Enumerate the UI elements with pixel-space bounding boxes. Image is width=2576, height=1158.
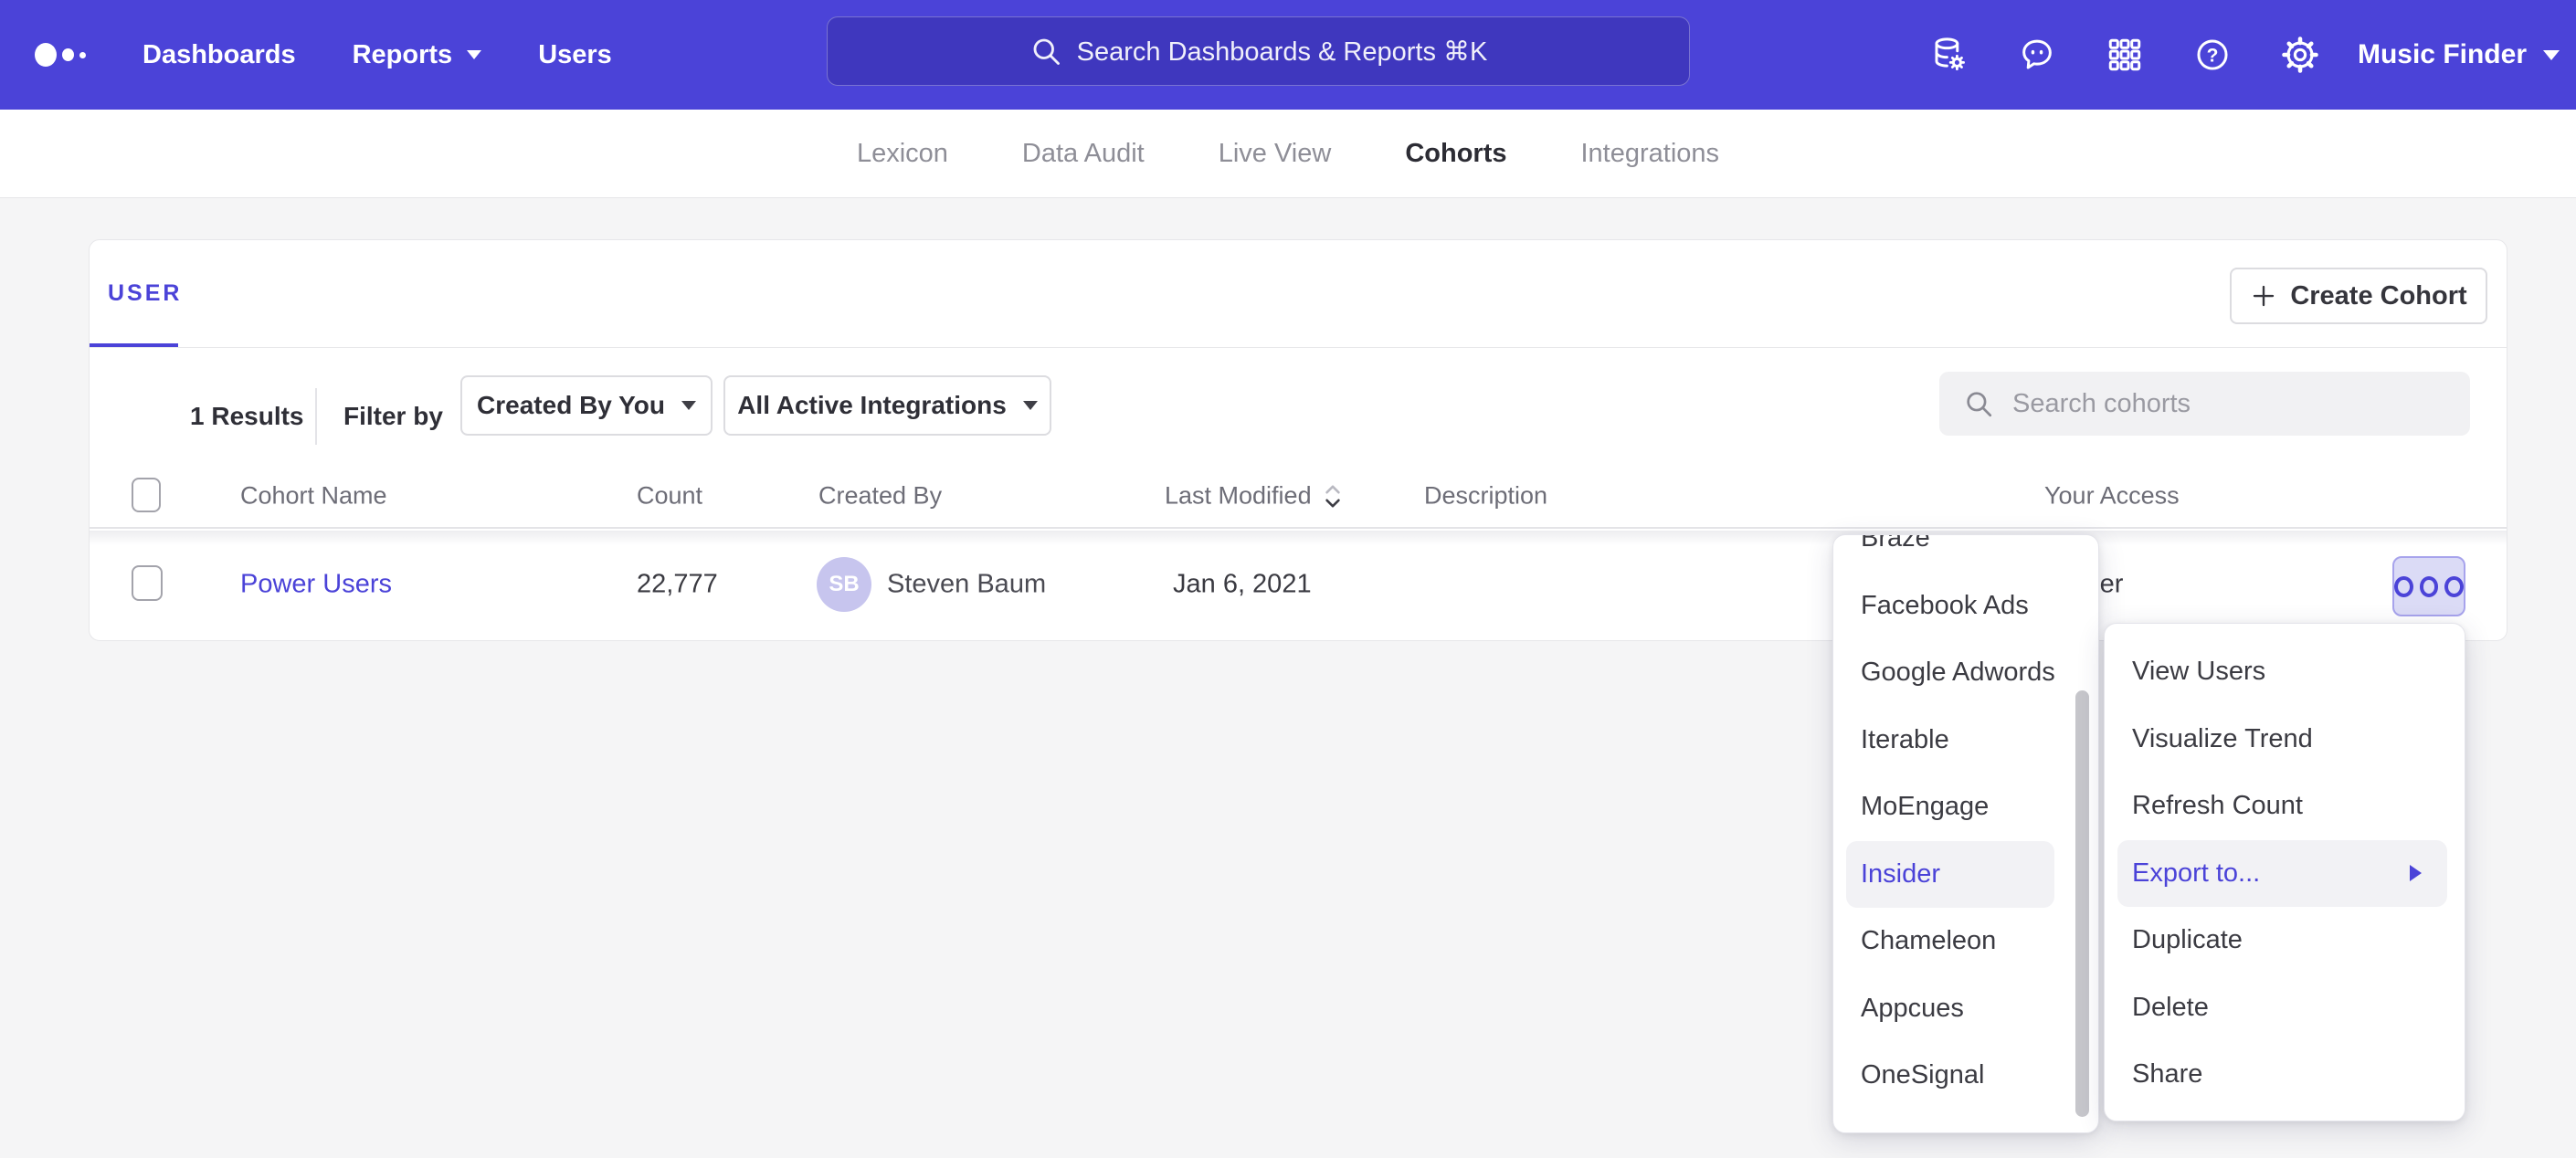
chevron-down-icon [1023,401,1038,410]
tab-live-view[interactable]: Live View [1219,139,1332,169]
last-modified-date: Jan 6, 2021 [1173,570,1312,600]
tab-data-audit[interactable]: Data Audit [1022,139,1145,169]
project-name: Music Finder [2358,39,2527,70]
row-actions-button[interactable] [2392,556,2465,616]
menu-item-braze[interactable]: Braze [1833,534,2098,573]
tab-cohorts[interactable]: Cohorts [1405,139,1506,169]
submenu-scrollbar[interactable] [2075,690,2089,1117]
select-all-checkbox[interactable] [132,478,161,512]
tab-lexicon[interactable]: Lexicon [857,139,948,169]
menu-item-view-users[interactable]: View Users [2105,638,2465,706]
submenu-arrow-icon [2410,865,2422,881]
global-search-placeholder: Search Dashboards & Reports ⌘K [1077,36,1488,68]
feedback-icon[interactable] [2018,36,2056,74]
row-actions-menu: View Users Visualize Trend Refresh Count… [2104,623,2465,1121]
results-count: 1 Results [190,402,304,431]
nav-dashboards[interactable]: Dashboards [143,40,296,70]
divider [315,388,317,445]
column-header-description[interactable]: Description [1424,482,1547,511]
chevron-down-icon [467,50,481,59]
chevron-down-icon [2543,50,2560,60]
cohort-name-link[interactable]: Power Users [240,570,392,600]
sort-icon[interactable] [1323,482,1343,510]
cohort-count: 22,777 [637,570,718,600]
global-search-input[interactable]: Search Dashboards & Reports ⌘K [827,16,1690,86]
nav-users[interactable]: Users [538,40,612,70]
top-navigation-bar: Dashboards Reports Users Search Dashboar… [0,0,2576,110]
menu-item-visualize-trend[interactable]: Visualize Trend [2105,706,2465,774]
tab-user-cohorts[interactable]: USER [108,280,182,307]
cohorts-page: Dashboards Reports Users Search Dashboar… [0,0,2576,1158]
create-cohort-button[interactable]: Create Cohort [2230,268,2487,324]
nav-reports[interactable]: Reports [353,40,482,70]
column-header-created-by[interactable]: Created By [818,482,942,511]
cohort-search-box [1939,372,2470,436]
more-options-icon [2394,576,2413,597]
menu-item-moengage[interactable]: MoEngage [1833,774,2098,841]
menu-item-chameleon[interactable]: Chameleon [1833,908,2098,975]
menu-item-appcues[interactable]: Appcues [1833,975,2098,1043]
top-nav-links: Dashboards Reports Users [143,0,612,110]
menu-item-google-adwords[interactable]: Google Adwords [1833,639,2098,707]
topbar-right-cluster: ? Music Finder [1881,0,2560,110]
created-by-name: Steven Baum [887,570,1046,600]
menu-item-iterable[interactable]: Iterable [1833,707,2098,774]
settings-gear-icon[interactable] [2281,36,2319,74]
menu-item-export-to[interactable]: Export to... [2117,840,2447,908]
table-header-row: Cohort Name Count Created By Last Modifi… [90,465,2507,529]
menu-item-delete[interactable]: Delete [2105,974,2465,1042]
avatar: SB [817,557,871,612]
export-destinations-submenu: Braze Facebook Ads Google Adwords Iterab… [1832,534,2099,1133]
cohort-search-input[interactable] [2011,388,2453,420]
integrations-filter-dropdown[interactable]: All Active Integrations [723,375,1051,436]
column-header-cohort-name[interactable]: Cohort Name [240,482,387,511]
menu-item-onesignal[interactable]: OneSignal [1833,1042,2098,1110]
menu-item-insider[interactable]: Insider [1846,841,2054,909]
mixpanel-logo-icon[interactable] [35,0,86,110]
column-header-your-access[interactable]: Your Access [2044,482,2180,511]
divider [90,347,2507,348]
menu-item-share[interactable]: Share [2105,1041,2465,1109]
chevron-down-icon [681,401,696,410]
help-icon[interactable]: ? [2193,36,2232,74]
created-by-filter-dropdown[interactable]: Created By You [460,375,713,436]
plus-icon [2250,282,2277,310]
project-selector[interactable]: Music Finder [2358,39,2560,70]
data-settings-icon[interactable] [1930,36,1969,74]
menu-item-duplicate[interactable]: Duplicate [2105,907,2465,974]
search-icon [1029,35,1062,68]
svg-text:?: ? [2207,45,2219,66]
tab-integrations[interactable]: Integrations [1581,139,1720,169]
column-header-last-modified[interactable]: Last Modified [1165,482,1343,511]
cohorts-card: USER Create Cohort 1 Results Filter by C… [89,239,2507,641]
row-checkbox[interactable] [132,565,163,601]
filter-by-label: Filter by [343,402,443,431]
column-header-count[interactable]: Count [637,482,702,511]
menu-item-facebook-ads[interactable]: Facebook Ads [1833,573,2098,640]
section-tab-bar: Lexicon Data Audit Live View Cohorts Int… [0,110,2576,198]
apps-grid-icon[interactable] [2106,36,2144,74]
search-icon [1963,388,1994,419]
menu-item-refresh-count[interactable]: Refresh Count [2105,773,2465,840]
